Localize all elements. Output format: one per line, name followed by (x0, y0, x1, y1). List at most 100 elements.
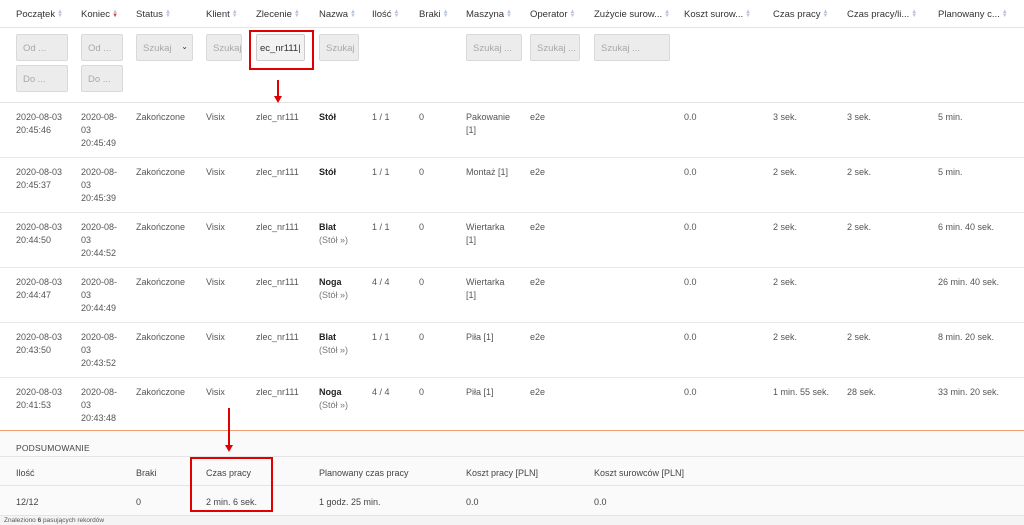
sort-icon[interactable]: ▲ ▼ (443, 9, 449, 19)
name-cell[interactable]: Blat (Stół ») (319, 221, 348, 247)
col-header-defects[interactable]: Braki ▲ ▼ (419, 9, 449, 20)
summary-labor-cost-label: Koszt pracy [PLN] (466, 468, 539, 478)
table-row[interactable]: 2020-08-03 20:44:50 2020-08- 03 20:44:52 Za… (0, 213, 1024, 268)
records-footer: Znaleziono 6 pasujących rekordów (0, 515, 1024, 525)
status-cell: Zakończone (136, 112, 186, 122)
qty-cell: 1 / 1 (372, 167, 390, 177)
col-header-machine[interactable]: Maszyna ▲ ▼ (466, 9, 512, 20)
client-cell: Visix (206, 387, 225, 397)
name-cell[interactable]: Noga (Stół ») (319, 386, 348, 412)
col-header-work-time-per[interactable]: Czas pracy/li... ▲ ▼ (847, 9, 917, 20)
operator-cell: e2e (530, 112, 546, 122)
qty-cell: 1 / 1 (372, 222, 390, 232)
end-to-filter[interactable]: Do ... (81, 65, 123, 92)
sort-desc-icon[interactable]: ▲ ▼ (112, 9, 118, 19)
start-cell: 2020-08-03 20:41:53 (16, 387, 63, 410)
sort-icon[interactable]: ▲ ▼ (664, 9, 670, 19)
material-cost-cell: 0.0 (684, 167, 697, 177)
sort-icon[interactable]: ▲ ▼ (57, 9, 63, 19)
work-time-per-cell: 3 sek. (847, 112, 872, 122)
summary-work-time-label: Czas pracy (206, 468, 252, 478)
status-cell: Zakończone (136, 167, 186, 177)
sort-icon[interactable]: ▲ ▼ (394, 9, 400, 19)
work-time-cell: 2 sek. (773, 222, 798, 232)
name-filter[interactable]: Szukaj (319, 34, 359, 61)
name-cell[interactable]: Blat (Stół ») (319, 331, 348, 357)
col-header-material-usage[interactable]: Zużycie surow... ▲ ▼ (594, 9, 670, 20)
table-row[interactable]: 2020-08-03 20:43:50 2020-08- 03 20:43:52 Za… (0, 323, 1024, 378)
table-row[interactable]: 2020-08-03 20:41:53 2020-08- 03 20:43:48 Za… (0, 378, 1024, 433)
material-filter[interactable]: Szukaj ... (594, 34, 670, 61)
arrow-down-icon (228, 408, 230, 446)
col-header-material-cost[interactable]: Koszt surow... ▲ ▼ (684, 9, 751, 20)
col-header-work-time[interactable]: Czas pracy ▲ ▼ (773, 9, 828, 20)
operator-filter[interactable]: Szukaj ... (530, 34, 580, 61)
col-header-client[interactable]: Klient ▲ ▼ (206, 9, 238, 20)
machine-cell: Montaż [1] (466, 167, 509, 177)
planned-cell: 26 min. 40 sek. (938, 277, 1000, 287)
start-to-filter[interactable]: Do ... (16, 65, 68, 92)
order-cell: zlec_nr111 (256, 332, 299, 342)
planned-cell: 5 min. (938, 167, 963, 177)
sort-icon[interactable]: ▲ ▼ (745, 9, 751, 19)
col-header-operator[interactable]: Operator ▲ ▼ (530, 9, 575, 20)
col-header-qty[interactable]: Ilość ▲ ▼ (372, 9, 400, 20)
col-header-start[interactable]: Początek ▲ ▼ (16, 9, 63, 20)
summary-qty-label: Ilość (16, 468, 35, 478)
sort-icon[interactable]: ▲ ▼ (232, 9, 238, 19)
summary-labor-cost-value: 0.0 (466, 497, 479, 507)
start-cell: 2020-08-03 20:44:50 (16, 222, 63, 245)
defects-cell: 0 (419, 222, 425, 232)
end-cell: 2020-08- 03 20:45:49 (81, 112, 118, 148)
work-time-per-cell: 2 sek. (847, 222, 872, 232)
status-cell: Zakończone (136, 387, 186, 397)
status-select[interactable]: Szukaj ⌄ (136, 34, 193, 61)
sort-icon[interactable]: ▲ ▼ (823, 9, 829, 19)
summary-defects-label: Braki (136, 468, 157, 478)
client-cell: Visix (206, 222, 225, 232)
machine-filter[interactable]: Szukaj ... (466, 34, 522, 61)
name-cell[interactable]: Stół (319, 166, 336, 179)
sort-icon[interactable]: ▲ ▼ (1002, 9, 1008, 19)
sort-icon[interactable]: ▲ ▼ (350, 9, 356, 19)
table-row[interactable]: 2020-08-03 20:45:37 2020-08- 03 20:45:39 Za… (0, 158, 1024, 213)
material-cost-cell: 0.0 (684, 112, 697, 122)
col-header-name[interactable]: Nazwa ▲ ▼ (319, 9, 356, 20)
end-from-filter[interactable]: Od ... (81, 34, 123, 61)
col-header-status[interactable]: Status ▲ ▼ (136, 9, 171, 20)
sort-icon[interactable]: ▲ ▼ (506, 9, 512, 19)
end-cell: 2020-08- 03 20:44:49 (81, 277, 118, 313)
col-header-end[interactable]: Koniec ▲ ▼ (81, 9, 118, 20)
material-cost-cell: 0.0 (684, 277, 697, 287)
table-row[interactable]: 2020-08-03 20:45:46 2020-08- 03 20:45:49 Za… (0, 103, 1024, 158)
name-cell[interactable]: Stół (319, 111, 336, 124)
table-row[interactable]: 2020-08-03 20:44:47 2020-08- 03 20:44:49 Za… (0, 268, 1024, 323)
start-from-filter[interactable]: Od ... (16, 34, 68, 61)
summary-qty-value: 12/12 (16, 497, 39, 507)
material-cost-cell: 0.0 (684, 332, 697, 342)
summary-planned-label: Planowany czas pracy (319, 468, 409, 478)
summary-material-cost-label: Koszt surowców [PLN] (594, 468, 685, 478)
summary-material-cost-value: 0.0 (594, 497, 607, 507)
summary-title: PODSUMOWANIE (16, 443, 90, 453)
col-header-order[interactable]: Zlecenie ▲ ▼ (256, 9, 300, 20)
sort-icon[interactable]: ▲ ▼ (165, 9, 171, 19)
status-cell: Zakończone (136, 222, 186, 232)
client-filter[interactable]: Szukaj (206, 34, 242, 61)
planned-cell: 8 min. 20 sek. (938, 332, 995, 342)
planned-cell: 33 min. 20 sek. (938, 387, 1000, 397)
col-header-planned[interactable]: Planowany c... ▲ ▼ (938, 9, 1008, 20)
order-filter[interactable]: ec_nr111| (256, 34, 305, 61)
defects-cell: 0 (419, 112, 425, 122)
sort-icon[interactable]: ▲ ▼ (294, 9, 300, 19)
order-cell: zlec_nr111 (256, 277, 299, 287)
machine-cell: Pakowanie [1] (466, 112, 511, 135)
sort-icon[interactable]: ▲ ▼ (570, 9, 576, 19)
chevron-down-icon: ⌄ (181, 42, 188, 51)
machine-cell: Wiertarka [1] (466, 277, 505, 300)
sort-icon[interactable]: ▲ ▼ (911, 9, 917, 19)
start-cell: 2020-08-03 20:45:37 (16, 167, 63, 190)
work-time-cell: 3 sek. (773, 112, 798, 122)
order-cell: zlec_nr111 (256, 167, 299, 177)
name-cell[interactable]: Noga (Stół ») (319, 276, 348, 302)
